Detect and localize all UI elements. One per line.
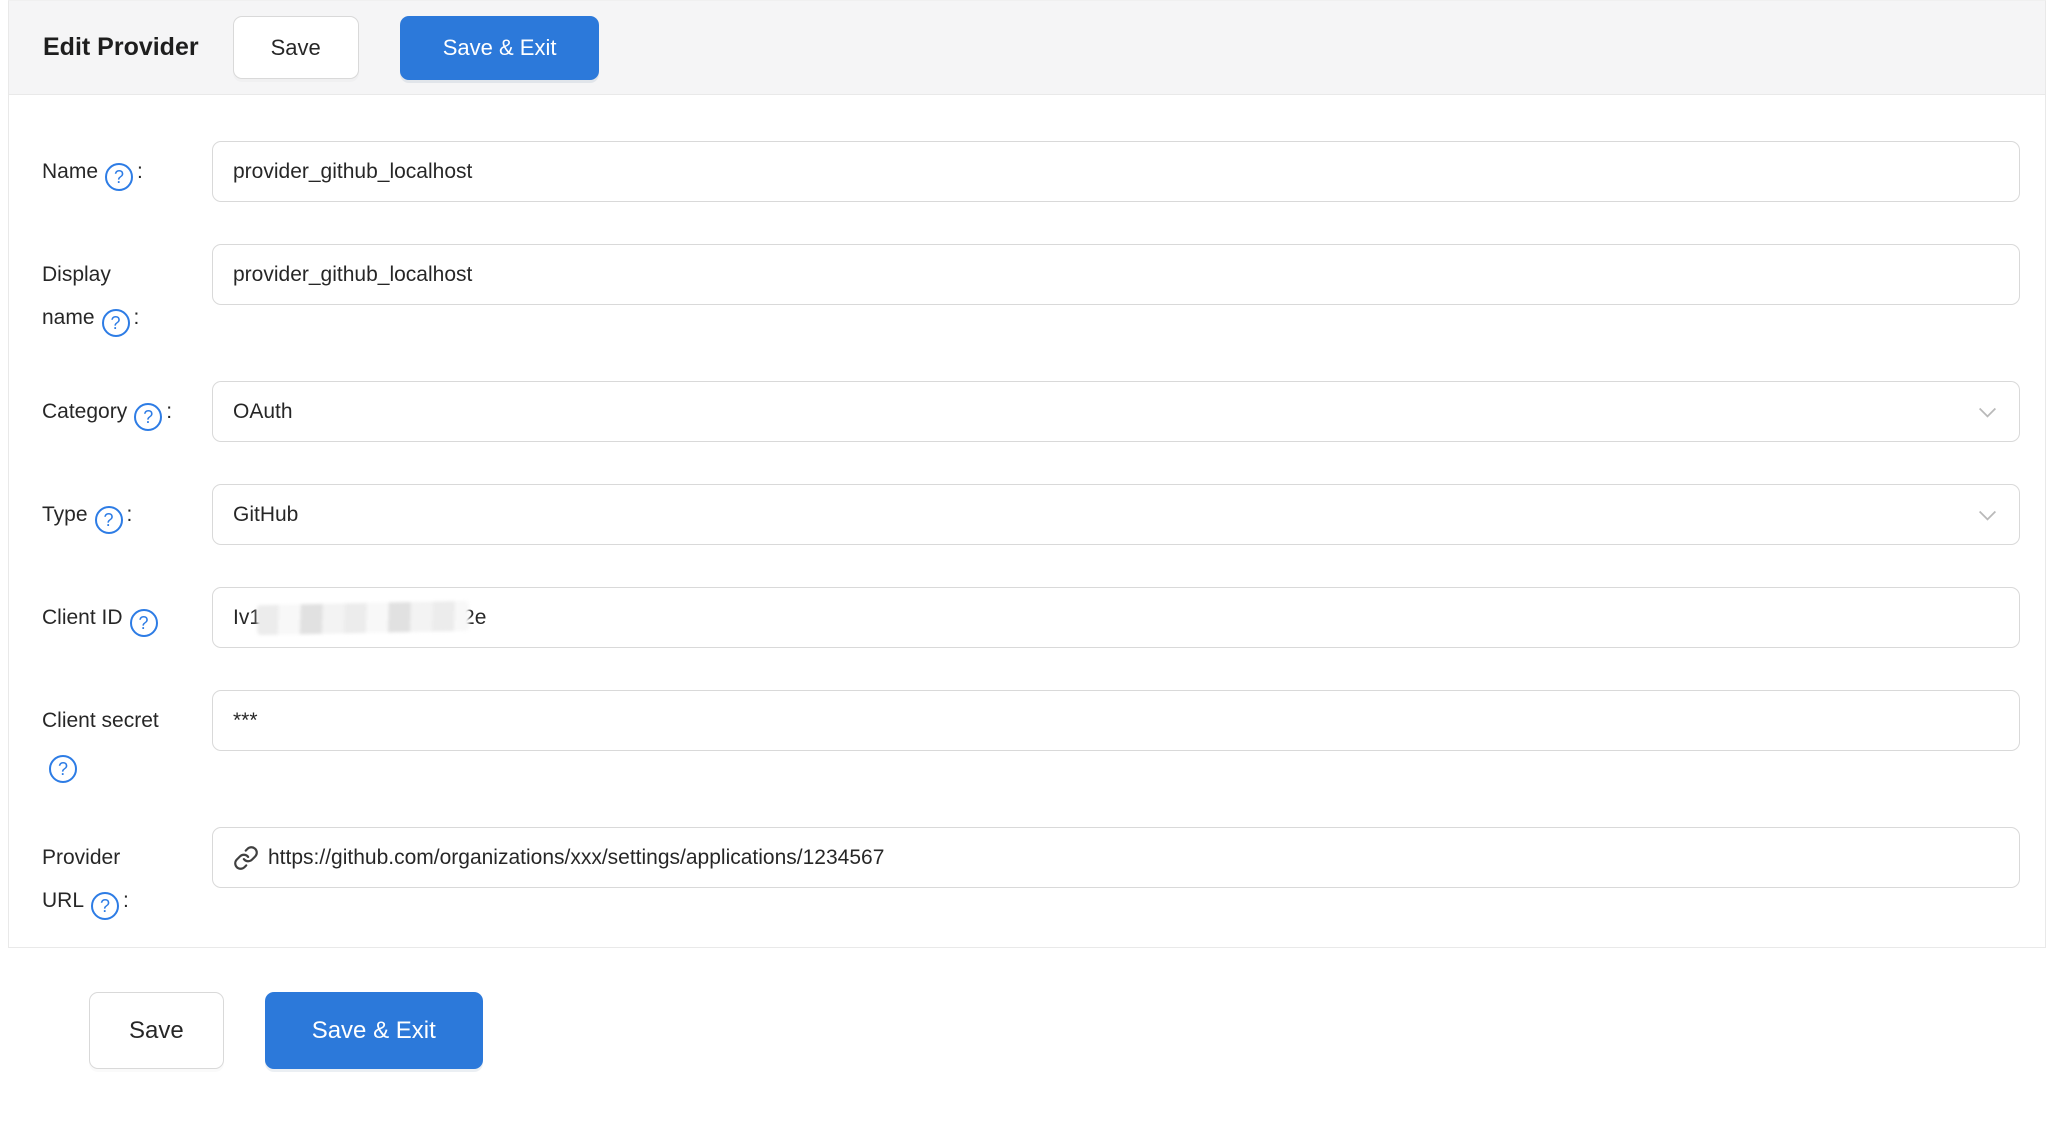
footer-actions: Save Save & Exit: [0, 992, 2049, 1069]
help-icon[interactable]: ?: [134, 403, 162, 431]
chevron-down-icon: [1977, 504, 1998, 525]
form-row-provider-url: Provider URL?: https://github.com/organi…: [42, 827, 2020, 922]
form-row-display-name: Display name?:: [42, 244, 2020, 339]
category-select[interactable]: OAuth: [212, 381, 2020, 442]
help-icon[interactable]: ?: [49, 755, 77, 783]
form-row-client-secret: Client secret?: [42, 690, 2020, 785]
type-select[interactable]: GitHub: [212, 484, 2020, 545]
type-label: Type?:: [42, 484, 204, 536]
display-name-label: Display name?:: [42, 244, 204, 339]
help-icon[interactable]: ?: [95, 506, 123, 534]
help-icon[interactable]: ?: [91, 892, 119, 920]
form-row-client-id: Client ID? Iv12e: [42, 587, 2020, 648]
save-and-exit-button[interactable]: Save & Exit: [265, 992, 483, 1069]
client-id-label: Client ID?: [42, 587, 204, 639]
edit-provider-card: Edit Provider Save Save & Exit Name?: Di…: [8, 0, 2046, 948]
redacted-blur-overlay: [257, 600, 470, 634]
form-row-type: Type?: GitHub: [42, 484, 2020, 545]
name-label: Name?:: [42, 141, 204, 193]
save-button[interactable]: Save: [233, 16, 359, 79]
client-secret-label: Client secret?: [42, 690, 204, 785]
category-selected-value: OAuth: [233, 400, 293, 424]
display-name-input[interactable]: [212, 244, 2020, 305]
save-and-exit-button[interactable]: Save & Exit: [400, 16, 600, 80]
help-icon[interactable]: ?: [102, 309, 130, 337]
client-id-input[interactable]: Iv12e: [212, 587, 2020, 648]
provider-url-input[interactable]: https://github.com/organizations/xxx/set…: [212, 827, 2020, 888]
provider-url-label: Provider URL?:: [42, 827, 204, 922]
form-row-name: Name?:: [42, 141, 2020, 202]
form-row-category: Category?: OAuth: [42, 381, 2020, 442]
help-icon[interactable]: ?: [105, 163, 133, 191]
type-selected-value: GitHub: [233, 503, 298, 527]
chevron-down-icon: [1977, 401, 1998, 422]
provider-url-value: https://github.com/organizations/xxx/set…: [268, 846, 884, 870]
client-secret-input[interactable]: [212, 690, 2020, 751]
link-icon: [233, 845, 259, 871]
page-title: Edit Provider: [43, 33, 199, 62]
provider-form: Name?: Display name?: Category?: OAuth: [9, 95, 2045, 947]
name-input[interactable]: [212, 141, 2020, 202]
category-label: Category?:: [42, 381, 204, 433]
save-button[interactable]: Save: [89, 992, 224, 1069]
card-header: Edit Provider Save Save & Exit: [9, 1, 2045, 95]
help-icon[interactable]: ?: [130, 609, 158, 637]
